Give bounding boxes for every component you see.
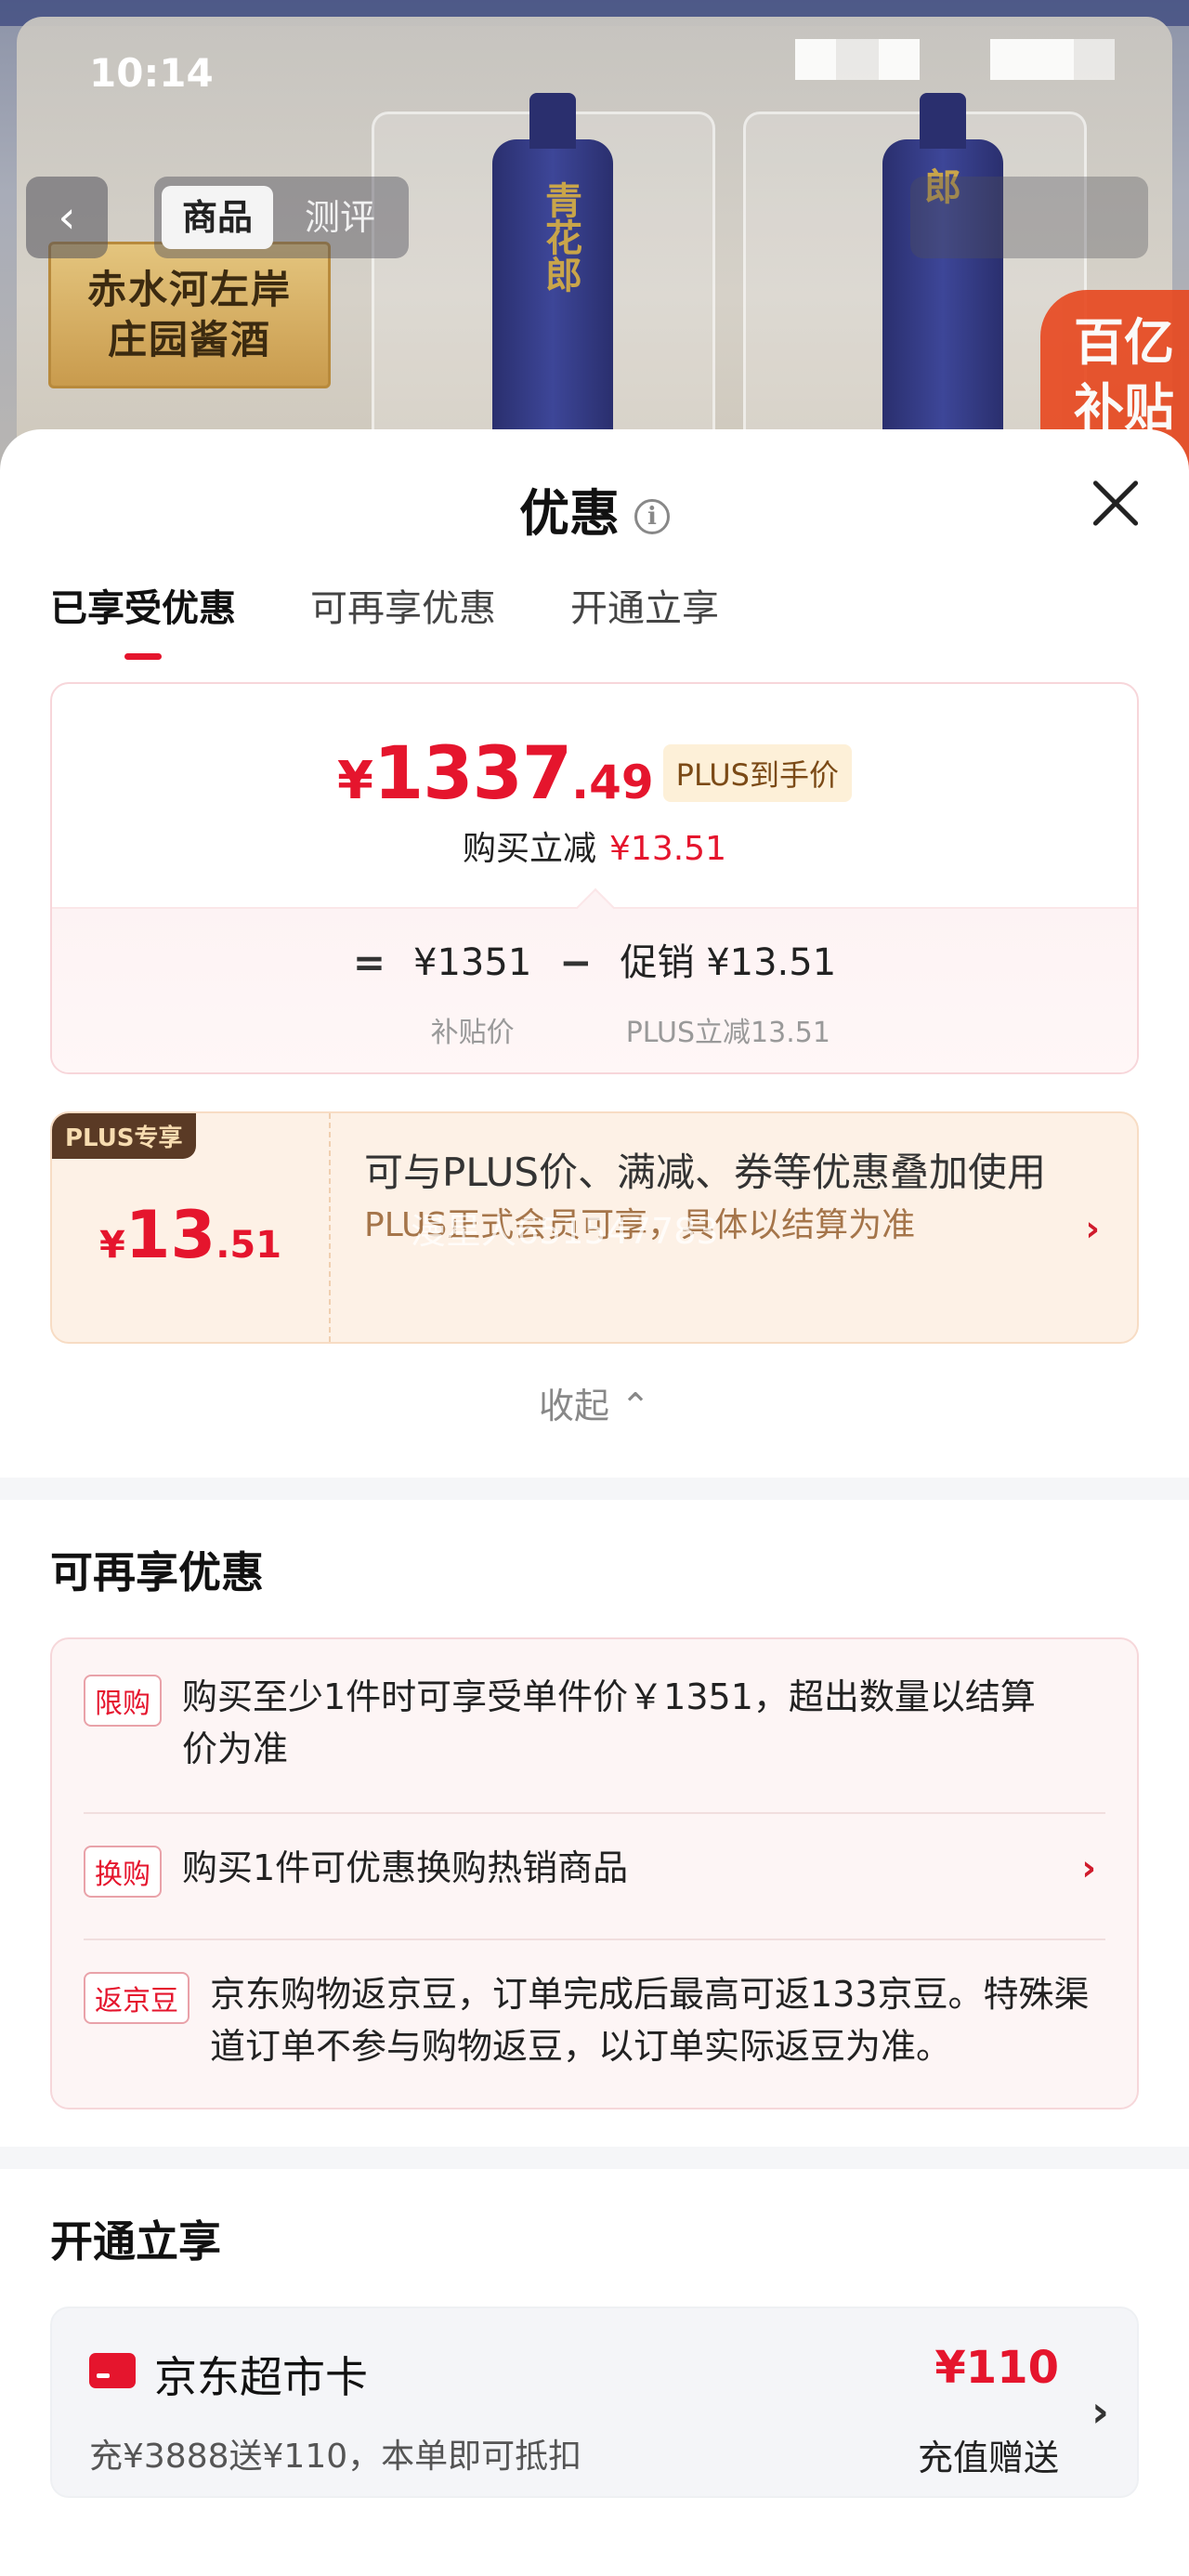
status-time: 10:14 [89, 50, 214, 96]
nav-tab-product[interactable]: 商品 [162, 186, 274, 249]
benefit-row-exchange[interactable]: 换购 购买1件可优惠换购热销商品 › [84, 1842, 1105, 1898]
card-name: 京东超市卡 [154, 2352, 368, 2402]
sheet-tabs: 已享受优惠 可再享优惠 开通立享 [50, 578, 719, 660]
base-price-caption: 补贴价 [430, 1017, 515, 1049]
back-button[interactable]: ‹ [26, 177, 108, 258]
discount-sheet: 优惠 i 已享受优惠 可再享优惠 开通立享 ¥1337.49 PLUS到手价 购买立… [0, 429, 1189, 2576]
status-icons [795, 39, 1115, 80]
tab-open[interactable]: 开通立享 [570, 578, 719, 660]
section-divider [0, 2147, 1189, 2169]
more-offers-card: 限购 购买至少1件时可享受单件价￥1351，超出数量以结算价为准 换购 购买1件… [50, 1637, 1139, 2109]
collapse-button[interactable]: 收起 ⌃ [0, 1377, 1189, 1428]
chevron-right-icon[interactable]: › [1081, 1842, 1096, 1894]
nav-tabs: 商品 测评 [154, 177, 409, 258]
brand-badge-line: 赤水河左岸 [86, 267, 292, 312]
minus-sign: − [559, 940, 593, 985]
price-formula: = ¥1351 补贴价 − 促销 ¥13.51 PLUS立减13.51 [52, 887, 1137, 1072]
supermarket-card[interactable]: 京东超市卡 充¥3888送¥110，本单即可抵扣 ¥110 充值赠送 › [50, 2307, 1139, 2498]
plus-amount: ¥13.51 [52, 1197, 329, 1273]
subsidy-badge-line: 百亿 [1074, 313, 1174, 372]
plus-coupon-card[interactable]: ¥13.51 PLUS专享 可与PLUS价、满减、券等优惠叠加使用 PLUS正式… [50, 1111, 1139, 1344]
price-card: ¥1337.49 PLUS到手价 购买立减 ¥13.51 = ¥1351 补贴价 −… [50, 682, 1139, 1074]
nav-right-actions[interactable] [910, 177, 1148, 258]
promo-value: 促销 ¥13.51 [620, 941, 837, 984]
equals-sign: = [352, 940, 386, 985]
close-icon[interactable] [1091, 478, 1141, 528]
price-yen: ¥ [337, 751, 373, 811]
section-divider [0, 1478, 1189, 1500]
info-icon[interactable]: i [634, 499, 670, 535]
product-background: 青花郎 郎 赤水河左岸 庄园酱酒 百亿 补贴 10:14 ‹ 商品 测评 [0, 0, 1189, 483]
chevron-right-icon[interactable]: › [1085, 1208, 1100, 1249]
bottle-image: 青花郎 [492, 93, 613, 474]
plus-price-tag: PLUS到手价 [662, 744, 852, 802]
card-bonus-amount: ¥110 [934, 2342, 1059, 2394]
card-description: 充¥3888送¥110，本单即可抵扣 [89, 2438, 582, 2476]
benefit-row-jingdou: 返京豆 京东购物返京豆，订单完成后最高可返133京豆。特殊渠道订单不参与购物返豆… [84, 1968, 1105, 2072]
nav-tab-review[interactable]: 测评 [284, 186, 396, 249]
instant-discount-label: 购买立减 [463, 830, 597, 868]
plus-description: 可与PLUS价、满减、券等优惠叠加使用 [364, 1150, 1047, 1195]
chevron-left-icon: ‹ [58, 191, 76, 243]
benefit-tag: 换购 [84, 1846, 162, 1898]
benefit-tag: 返京豆 [84, 1972, 189, 2024]
benefit-text: 购买1件可优惠换购热销商品 [182, 1847, 629, 1888]
instant-discount: 购买立减 ¥13.51 [52, 821, 1137, 870]
benefit-tag: 限购 [84, 1675, 162, 1727]
plus-amount-int: 13 [124, 1197, 216, 1273]
brand-badge: 赤水河左岸 庄园酱酒 [48, 242, 331, 388]
price-int: 1337 [373, 732, 572, 816]
plus-exclusive-badge: PLUS专享 [52, 1113, 196, 1159]
card-icon [89, 2353, 136, 2388]
promo-caption: PLUS立减13.51 [625, 1017, 830, 1049]
brand-badge-line: 庄园酱酒 [107, 317, 271, 362]
tab-more[interactable]: 可再享优惠 [310, 578, 496, 660]
open-now-title: 开通立享 [50, 2216, 221, 2267]
card-bonus-label: 充值赠送 [917, 2438, 1059, 2478]
plus-amount-yen: ¥ [98, 1224, 125, 1267]
tab-enjoyed[interactable]: 已享受优惠 [50, 578, 236, 660]
chevron-right-icon[interactable]: › [1091, 2386, 1109, 2437]
plus-amount-dec: .51 [216, 1224, 282, 1267]
base-price: ¥1351 [413, 941, 532, 984]
more-offers-title: 可再享优惠 [50, 1547, 264, 1597]
benefit-text: 购买至少1件时可享受单件价￥1351，超出数量以结算价为准 [182, 1676, 1036, 1769]
final-price: ¥1337.49 PLUS到手价 [52, 732, 1137, 816]
price-dec: .49 [571, 756, 654, 809]
watermark-text: 漫星人651547783 [411, 1211, 719, 1252]
bottle-label: 青花郎 [539, 181, 582, 293]
sheet-title-text: 优惠 [519, 484, 620, 543]
benefit-row-limit: 限购 购买至少1件时可享受单件价￥1351，超出数量以结算价为准 [84, 1671, 1105, 1775]
sheet-title: 优惠 i [0, 472, 1189, 545]
instant-discount-amount: ¥13.51 [609, 830, 726, 868]
benefit-text: 京东购物返京豆，订单完成后最高可返133京豆。特殊渠道订单不参与购物返豆，以订单… [210, 1974, 1090, 2067]
